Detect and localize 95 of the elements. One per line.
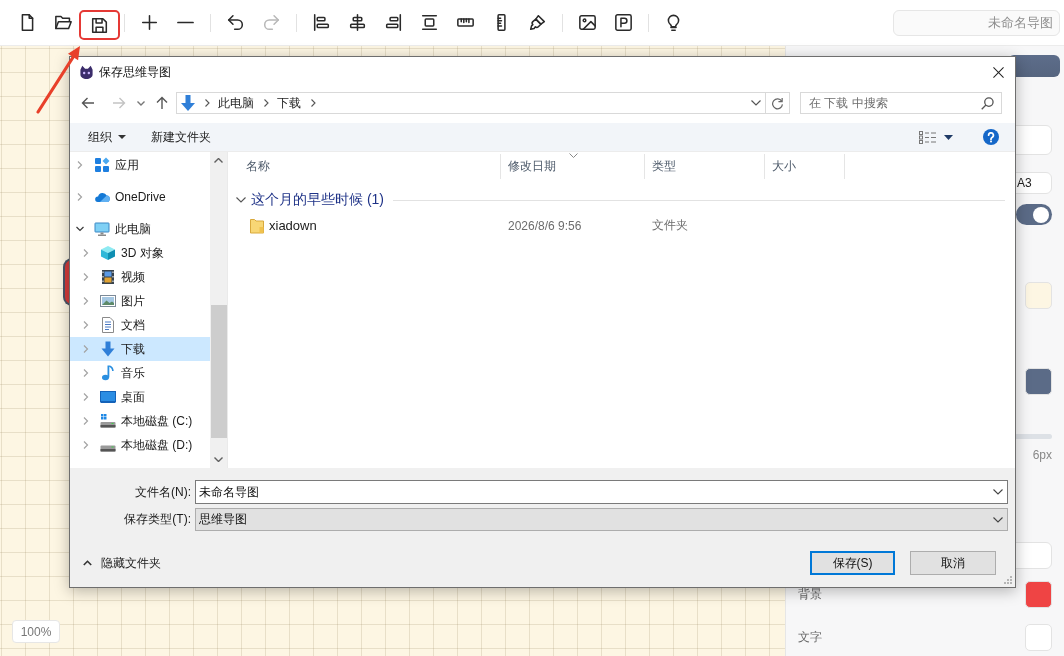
- search-icon[interactable]: [981, 96, 994, 110]
- chevron-down-icon: [993, 516, 1003, 523]
- color-swatch-icon[interactable]: [1025, 624, 1052, 651]
- setting-label: 背景: [798, 586, 822, 603]
- align-center-icon: [348, 14, 366, 31]
- picture-icon: [100, 293, 116, 309]
- close-icon: [992, 66, 1004, 78]
- minus-icon: [176, 21, 194, 24]
- field-label: 文件名(N):: [134, 483, 191, 501]
- app-grid-icon: [94, 157, 110, 173]
- setting-label: 文字: [798, 629, 822, 646]
- column-header[interactable]: 修改日期: [501, 154, 645, 179]
- dialog-title: 保存思维导图: [99, 63, 171, 81]
- color-swatch-icon[interactable]: [1025, 581, 1052, 608]
- command-button[interactable]: 新建文件夹: [145, 125, 217, 149]
- nav-tree-item[interactable]: 3D 对象: [70, 241, 210, 265]
- column-header[interactable]: 类型: [645, 154, 765, 179]
- chevron-down-icon[interactable]: [236, 197, 246, 203]
- align-left-icon: [312, 14, 330, 31]
- drive-icon: [100, 445, 116, 452]
- nav-tree-item[interactable]: 本地磁盘 (D:): [70, 433, 210, 457]
- color-swatch-icon[interactable]: [1025, 368, 1052, 395]
- field-label: 保存类型(T):: [123, 511, 191, 528]
- arrow-up-icon: [155, 96, 169, 110]
- nav-tree-item[interactable]: 下载: [70, 337, 210, 361]
- file-type: 文件夹: [651, 217, 689, 234]
- music-note-icon: [100, 365, 116, 381]
- nav-tree-item[interactable]: 文档: [70, 313, 210, 337]
- document-icon: [100, 317, 116, 333]
- nav-tree-item[interactable]: OneDrive: [70, 185, 210, 209]
- nav-tree-item[interactable]: 视频: [70, 265, 210, 289]
- scroll-up-icon[interactable]: [214, 158, 223, 163]
- undo-icon: [226, 14, 244, 31]
- details-view-icon: [919, 130, 936, 144]
- cat-head-icon: [79, 64, 94, 80]
- redo-icon: [262, 14, 280, 31]
- command-button[interactable]: 组织: [82, 125, 132, 149]
- file-name[interactable]: xiadown: [269, 218, 317, 233]
- breadcrumb-chevron-icon: [205, 99, 210, 107]
- group-title[interactable]: 这个月的早些时候 (1): [251, 191, 384, 209]
- slider-reading: 6px: [1032, 448, 1052, 463]
- filename-field[interactable]: 未命名导图: [195, 480, 1008, 504]
- breadcrumb-chevron-icon[interactable]: [311, 99, 316, 107]
- image-icon: [578, 14, 596, 31]
- down-arrow-icon: [100, 341, 116, 357]
- file-type-dropdown[interactable]: 思维导图: [195, 508, 1008, 531]
- arrow-right-icon: [112, 96, 126, 110]
- dialog-button[interactable]: 取消: [910, 551, 996, 575]
- align-bottom-icon: [420, 14, 438, 31]
- align-right-icon: [384, 14, 402, 31]
- modified-date: 2026/8/6 9:56: [507, 218, 583, 233]
- folder-icon: [54, 14, 72, 31]
- caret-down-icon: [944, 134, 953, 140]
- scrollbar-thumb[interactable]: [210, 305, 227, 438]
- film-icon: [100, 269, 116, 285]
- address-bar[interactable]: 此电脑 下载: [176, 92, 766, 114]
- arrow-left-icon: [81, 96, 95, 110]
- scroll-down-icon[interactable]: [214, 457, 223, 462]
- refresh-icon: [771, 96, 784, 110]
- help-icon[interactable]: [983, 129, 999, 145]
- chevron-down-icon[interactable]: [751, 100, 761, 106]
- refresh-button[interactable]: [766, 92, 790, 114]
- breadcrumb[interactable]: 此电脑: [218, 94, 254, 112]
- nav-tree-item[interactable]: 应用: [70, 153, 210, 177]
- nav-tree-item[interactable]: 本地磁盘 (C:): [70, 409, 210, 433]
- toggle-switch[interactable]: [1016, 204, 1052, 225]
- zoom-level[interactable]: 100%: [12, 620, 60, 643]
- cube-icon: [100, 245, 116, 261]
- caret-down-icon: [118, 135, 126, 139]
- caret-down-icon: [137, 100, 145, 106]
- search-field[interactable]: 在 下载 中搜索: [800, 92, 1002, 114]
- hide-folders-toggle[interactable]: 隐藏文件夹: [70, 551, 161, 575]
- column-header[interactable]: 名称: [228, 154, 501, 179]
- monitor-icon: [94, 221, 110, 237]
- title-field[interactable]: 未命名导图: [893, 9, 1060, 36]
- chevron-down-icon[interactable]: [993, 489, 1003, 495]
- breadcrumb[interactable]: 下载: [277, 94, 301, 112]
- breadcrumb-chevron-icon: [264, 99, 269, 107]
- color-swatch-icon[interactable]: [1025, 282, 1052, 309]
- plus-icon: [140, 14, 158, 31]
- brush-icon: [528, 14, 546, 31]
- resize-grip-icon[interactable]: [1004, 576, 1012, 584]
- nav-tree-item[interactable]: 桌面: [70, 385, 210, 409]
- nav-tree-item[interactable]: 此电脑: [70, 217, 210, 241]
- nav-tree-item[interactable]: 音乐: [70, 361, 210, 385]
- drive-icon: [100, 413, 116, 429]
- p-square-icon: [614, 14, 632, 31]
- down-arrow-icon: [181, 95, 195, 111]
- column-header[interactable]: 大小: [765, 154, 845, 179]
- dialog-button[interactable]: 保存(S): [810, 551, 895, 575]
- chevron-down-icon[interactable]: [76, 225, 84, 233]
- folder-icon: [250, 217, 264, 234]
- nav-tree-item[interactable]: 图片: [70, 289, 210, 313]
- scrollbar[interactable]: [210, 152, 227, 468]
- screen-icon: [100, 389, 116, 405]
